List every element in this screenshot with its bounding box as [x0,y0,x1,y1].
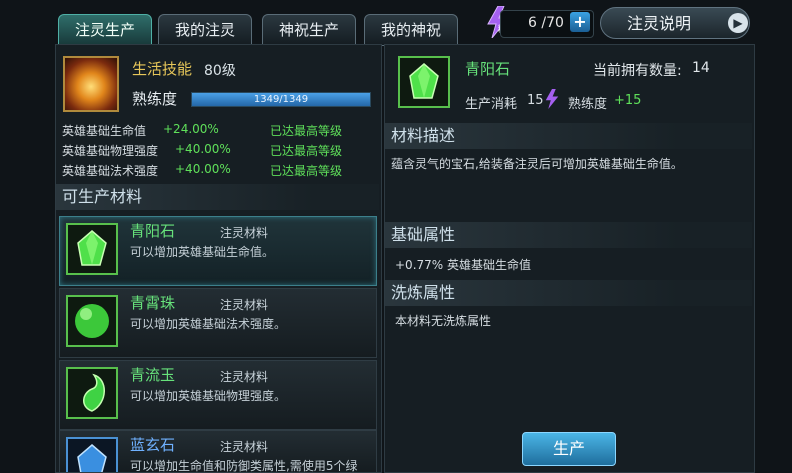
bonus-row: 英雄基础生命值 [62,124,147,138]
cost-value: 15 [527,93,544,108]
material-item-qingxiaozhu[interactable]: 青霄珠 注灵材料 可以增加英雄基础法术强度。 [59,288,377,358]
tab-divine-blessing-production[interactable]: 神祝生产 [262,14,356,46]
material-item-qingliuyu[interactable]: 青流玉 注灵材料 可以增加英雄基础物理强度。 [59,360,377,430]
base-attribute-value: +0.77% 英雄基础生命值 [395,258,531,272]
bonus-row: 英雄基础法术强度 [62,164,159,178]
proficiency-bar: 1349/1349 [191,92,371,107]
description-header: 材料描述 [385,123,752,149]
energy-icon [543,89,561,109]
owned-value: 14 [692,60,710,76]
materials-header: 可生产材料 [56,184,379,210]
detail-name: 青阳石 [465,60,511,78]
detail-prof-value: +15 [614,93,642,108]
tab-soul-infuse-production[interactable]: 注灵生产 [58,14,152,46]
green-crystal-icon [66,223,118,275]
selected-material-icon [398,56,450,108]
owned-label: 当前拥有数量: [593,63,682,79]
energy-value: 6 /70 [528,15,564,31]
tab-my-soul-infuse[interactable]: 我的注灵 [158,14,252,46]
wash-attribute-value: 本材料无洗炼属性 [395,314,492,328]
cost-label: 生产消耗 [465,97,518,112]
tab-my-divine-blessing[interactable]: 我的神祝 [364,14,458,46]
proficiency-label: 熟练度 [132,90,178,108]
hero-portrait [63,56,119,112]
skill-title: 生活技能 [132,60,193,78]
base-attributes-header: 基础属性 [385,222,752,248]
produce-button[interactable]: 生产 [522,432,616,466]
add-energy-button[interactable]: + [570,12,590,32]
blue-crystal-icon [66,437,118,472]
wash-attributes-header: 洗炼属性 [385,280,752,306]
material-item-qingyangshi[interactable]: 青阳石 注灵材料 可以增加英雄基础生命值。 [59,216,377,286]
skill-level: 80级 [204,63,236,79]
chevron-right-icon: ▶ [728,13,748,33]
proficiency-value: 1349/1349 [253,94,309,105]
material-item-lanxuanshi[interactable]: 蓝玄石 注灵材料 可以增加生命值和防御类属性,需使用5个绿 [59,430,377,473]
description-text: 蕴含灵气的宝石,给装备注灵后可增加英雄基础生命值。 [391,157,683,171]
green-jade-icon [66,367,118,419]
green-orb-icon [66,295,118,347]
detail-prof-label: 熟练度 [568,97,608,112]
bonus-row: 英雄基础物理强度 [62,144,159,158]
